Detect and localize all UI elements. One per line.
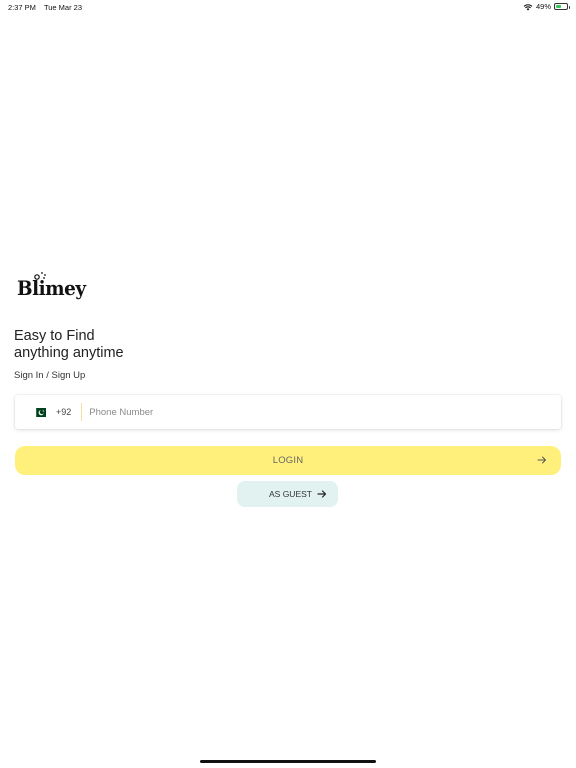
pakistan-flag-icon[interactable] — [33, 407, 46, 417]
phone-number-input[interactable] — [87, 405, 492, 419]
login-button-label: LOGIN — [272, 455, 304, 466]
guest-button[interactable]: AS GUEST — [237, 481, 338, 507]
logo-text: Blimey — [17, 276, 86, 300]
status-left: 2:37 PM Tue Mar 23 — [8, 3, 82, 12]
status-bar: 2:37 PM Tue Mar 23 49% — [0, 0, 576, 14]
status-right: 49% — [523, 2, 570, 11]
login-screen: 2:37 PM Tue Mar 23 49% Blimey Easy to Fi… — [0, 0, 576, 768]
home-indicator[interactable] — [200, 760, 376, 763]
tagline: Easy to Find anything anytime — [14, 328, 124, 362]
arrow-right-icon — [537, 456, 546, 464]
status-time: 2:37 PM — [8, 3, 36, 12]
tagline-line-2: anything anytime — [14, 345, 124, 361]
country-dial-code[interactable]: +92 — [56, 407, 71, 417]
status-date: Tue Mar 23 — [43, 3, 83, 12]
guest-button-label: AS GUEST — [269, 489, 312, 499]
battery-percent: 49% — [535, 2, 551, 11]
auth-subtitle: Sign In / Sign Up — [14, 370, 86, 381]
brand-logo: Blimey — [17, 271, 87, 301]
battery-icon — [554, 3, 570, 10]
tagline-line-1: Easy to Find — [14, 328, 95, 344]
login-button[interactable]: LOGIN — [15, 446, 561, 475]
wifi-icon — [523, 3, 533, 10]
phone-field[interactable]: +92 — [15, 395, 561, 429]
field-divider — [81, 403, 83, 421]
battery-level — [556, 5, 561, 8]
arrow-right-icon — [317, 490, 327, 498]
